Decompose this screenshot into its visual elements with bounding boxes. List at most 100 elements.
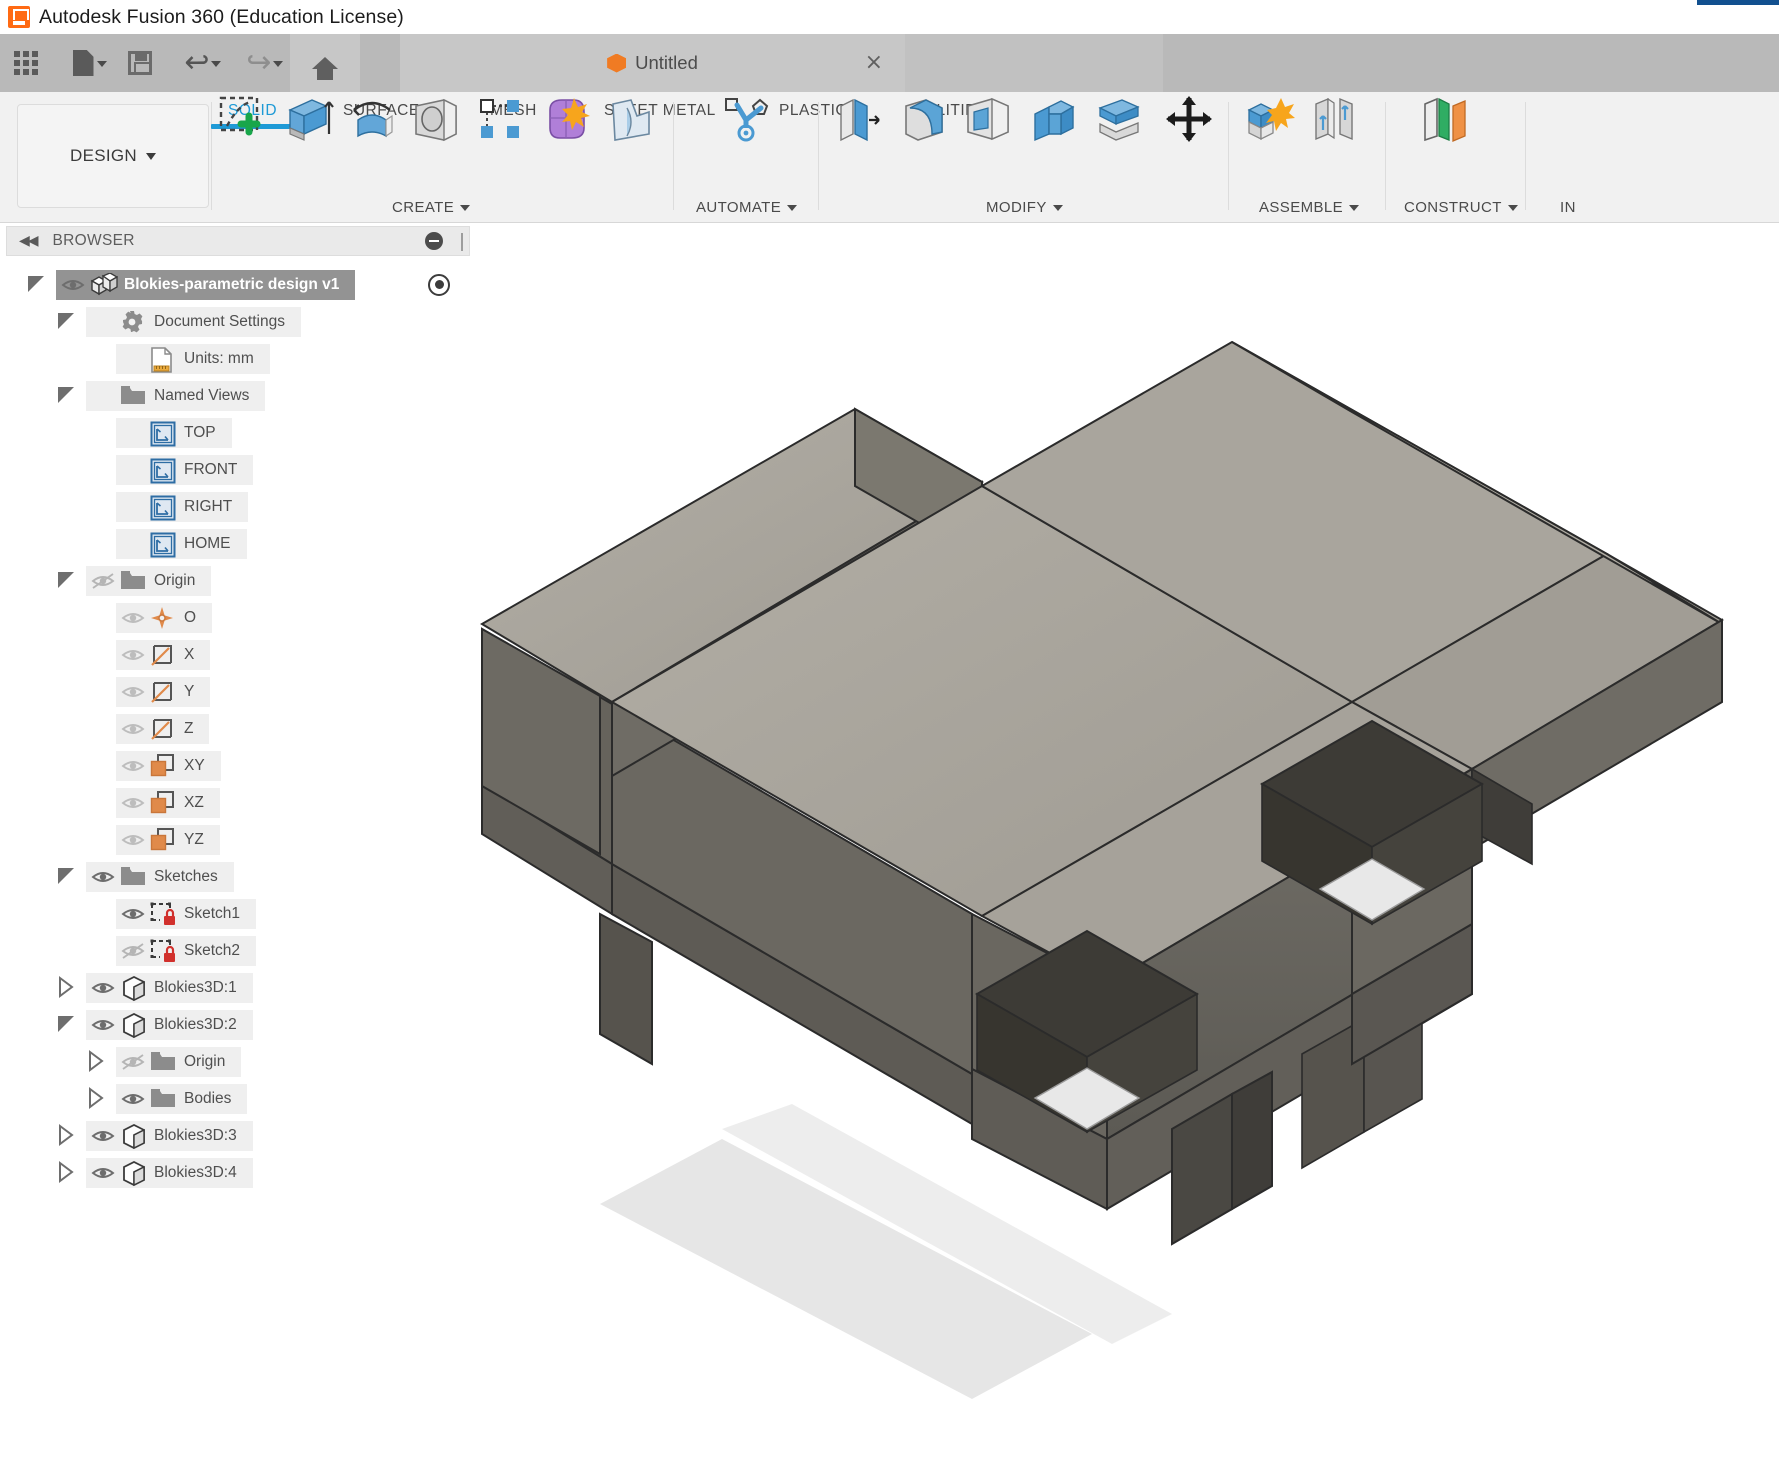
- activate-component-radio[interactable]: [428, 273, 450, 296]
- undo-button[interactable]: ↩: [166, 34, 228, 92]
- tree-item-blokies-parametric-design-v1[interactable]: Blokies-parametric design v1: [0, 266, 470, 303]
- eye-hidden-icon[interactable]: [86, 570, 120, 592]
- tree-item-blokies3d-3[interactable]: Blokies3D:3: [0, 1117, 470, 1154]
- tree-item-body[interactable]: XY: [116, 750, 221, 781]
- ribbon-group-construct[interactable]: CONSTRUCT: [1404, 199, 1518, 216]
- joint-tool[interactable]: [1303, 92, 1365, 150]
- tree-item-yz[interactable]: YZ: [0, 821, 470, 858]
- expand-collapse-down-icon[interactable]: [26, 273, 50, 297]
- tree-item-body[interactable]: HOME: [116, 528, 247, 559]
- eye-visible-icon[interactable]: [116, 718, 150, 740]
- eye-visible-icon[interactable]: [116, 644, 150, 666]
- expand-collapse-down-icon[interactable]: [56, 1013, 80, 1037]
- offset-plane-tool[interactable]: [1412, 92, 1474, 150]
- expand-collapse-down-icon[interactable]: [56, 384, 80, 408]
- shell-tool[interactable]: [957, 92, 1019, 150]
- expand-collapse-right-icon[interactable]: [56, 975, 80, 1000]
- app-grid-button[interactable]: [0, 34, 52, 92]
- tree-item-body[interactable]: Z: [116, 713, 210, 744]
- eye-visible-icon[interactable]: [116, 1088, 150, 1110]
- expand-collapse-down-icon[interactable]: [56, 569, 80, 593]
- automate-tool[interactable]: [715, 92, 777, 150]
- eye-visible-icon[interactable]: [116, 607, 150, 629]
- eye-visible-icon[interactable]: [116, 681, 150, 703]
- eye-visible-icon[interactable]: [116, 903, 150, 925]
- tree-item-home[interactable]: HOME: [0, 525, 470, 562]
- eye-visible-icon[interactable]: [86, 1125, 120, 1147]
- save-button[interactable]: [114, 34, 166, 92]
- press-pull-tool[interactable]: [828, 92, 890, 150]
- tree-item-blokies3d-1[interactable]: Blokies3D:1: [0, 969, 470, 1006]
- eye-visible-icon[interactable]: [116, 755, 150, 777]
- tree-item-body[interactable]: Blokies3D:2: [86, 1009, 253, 1040]
- tree-item-sketch1[interactable]: Sketch1: [0, 895, 470, 932]
- eye-visible-icon[interactable]: [86, 866, 120, 888]
- ribbon-group-in[interactable]: IN: [1560, 199, 1576, 216]
- ribbon-group-assemble[interactable]: ASSEMBLE: [1259, 199, 1360, 216]
- tree-item-units-mm[interactable]: Units: mm: [0, 340, 470, 377]
- expand-collapse-right-icon[interactable]: [86, 1086, 110, 1111]
- tree-item-body[interactable]: Blokies-parametric design v1: [56, 269, 356, 300]
- sheet-metal-tool[interactable]: [600, 92, 662, 150]
- tree-item-bodies[interactable]: Bodies: [0, 1080, 470, 1117]
- tree-item-body[interactable]: TOP: [116, 417, 232, 448]
- eye-visible-icon[interactable]: [116, 829, 150, 851]
- tree-item-body[interactable]: Sketch1: [116, 898, 257, 929]
- expand-collapse-right-icon[interactable]: [56, 1123, 80, 1148]
- new-file-button[interactable]: [52, 34, 114, 92]
- workspace-switcher[interactable]: DESIGN: [17, 104, 209, 208]
- create-sketch-tool[interactable]: [212, 92, 274, 150]
- ribbon-group-create[interactable]: CREATE: [392, 199, 471, 216]
- eye-visible-icon[interactable]: [56, 274, 90, 296]
- revolve-tool[interactable]: [341, 92, 403, 150]
- 3d-model-canvas[interactable]: [472, 224, 1779, 1480]
- tree-item-body[interactable]: XZ: [116, 787, 220, 818]
- tree-item-body[interactable]: Sketches: [86, 861, 234, 892]
- home-button[interactable]: [290, 34, 360, 92]
- tree-item-xz[interactable]: XZ: [0, 784, 470, 821]
- tree-item-body[interactable]: Document Settings: [86, 306, 301, 337]
- tree-item-origin[interactable]: Origin: [0, 1043, 470, 1080]
- eye-hidden-icon[interactable]: [116, 940, 150, 962]
- tree-item-y[interactable]: Y: [0, 673, 470, 710]
- tree-item-body[interactable]: Origin: [116, 1046, 242, 1077]
- tree-item-sketches[interactable]: Sketches: [0, 858, 470, 895]
- pattern-tool[interactable]: [470, 92, 532, 150]
- minus-circle-icon[interactable]: [425, 232, 443, 250]
- hole-tool[interactable]: [405, 92, 467, 150]
- tree-item-body[interactable]: X: [116, 639, 211, 670]
- tree-item-front[interactable]: FRONT: [0, 451, 470, 488]
- fillet-tool[interactable]: [893, 92, 955, 150]
- tree-item-right[interactable]: RIGHT: [0, 488, 470, 525]
- tree-item-named-views[interactable]: Named Views: [0, 377, 470, 414]
- tree-item-blokies3d-4[interactable]: Blokies3D:4: [0, 1154, 470, 1191]
- tree-item-body[interactable]: Blokies3D:3: [86, 1120, 253, 1151]
- tree-item-body[interactable]: Sketch2: [116, 935, 257, 966]
- tree-item-z[interactable]: Z: [0, 710, 470, 747]
- tree-item-body[interactable]: Blokies3D:4: [86, 1157, 253, 1188]
- tree-item-body[interactable]: Named Views: [86, 380, 266, 411]
- tree-item-o[interactable]: O: [0, 599, 470, 636]
- expand-collapse-right-icon[interactable]: [56, 1160, 80, 1185]
- expand-collapse-right-icon[interactable]: [86, 1049, 110, 1074]
- tree-item-xy[interactable]: XY: [0, 747, 470, 784]
- tree-item-body[interactable]: RIGHT: [116, 491, 249, 522]
- tree-item-body[interactable]: Origin: [86, 565, 212, 596]
- eye-visible-icon[interactable]: [116, 792, 150, 814]
- tree-item-x[interactable]: X: [0, 636, 470, 673]
- eye-visible-icon[interactable]: [86, 977, 120, 999]
- new-component-tool[interactable]: [1238, 92, 1300, 150]
- tree-item-document-settings[interactable]: Document Settings: [0, 303, 470, 340]
- panel-resize-grip[interactable]: [461, 233, 463, 251]
- close-icon[interactable]: ×: [865, 52, 883, 74]
- tree-item-body[interactable]: YZ: [116, 824, 220, 855]
- document-tab[interactable]: Untitled ×: [400, 34, 905, 92]
- tree-item-body[interactable]: O: [116, 602, 213, 633]
- tree-item-body[interactable]: Units: mm: [116, 343, 270, 374]
- tree-item-body[interactable]: Blokies3D:1: [86, 972, 253, 1003]
- ribbon-group-automate[interactable]: AUTOMATE: [696, 199, 798, 216]
- form-tool[interactable]: [535, 92, 597, 150]
- eye-visible-icon[interactable]: [86, 1162, 120, 1184]
- redo-button[interactable]: ↪: [228, 34, 290, 92]
- combine-tool[interactable]: [1022, 92, 1084, 150]
